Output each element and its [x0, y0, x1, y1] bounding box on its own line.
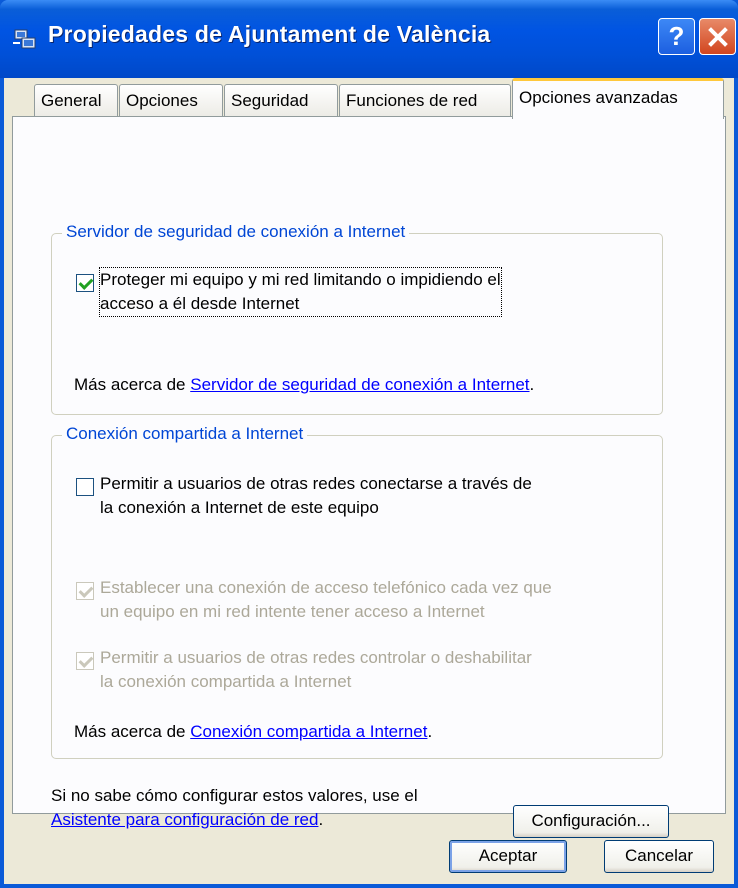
dialog-window: Propiedades de Ajuntament de València ? …: [0, 0, 738, 888]
firewall-label-line2: acceso a él desde Internet: [100, 294, 300, 313]
wizard-hint-line2: Asistente para configuración de red.: [51, 808, 418, 832]
firewall-label-line1: Proteger mi equipo y mi red limitando o …: [100, 270, 501, 289]
wizard-hint: Si no sabe cómo configurar estos valores…: [51, 784, 418, 832]
firewall-more-info: Más acerca de Servidor de seguridad de c…: [74, 373, 534, 397]
allow-sharing-line1: Permitir a usuarios de otras redes conec…: [100, 474, 532, 493]
ics-group-title: Conexión compartida a Internet: [62, 424, 308, 444]
allow-control-line1: Permitir a usuarios de otras redes contr…: [100, 648, 532, 667]
allow-sharing-line2: la conexión a Internet de este equipo: [100, 498, 379, 517]
tab-opciones-avanzadas[interactable]: Opciones avanzadas: [512, 78, 724, 119]
ics-help-link[interactable]: Conexión compartida a Internet: [190, 722, 427, 741]
allow-sharing-checkbox[interactable]: [76, 478, 94, 496]
dial-on-demand-line2: un equipo en mi red intente tener acceso…: [100, 602, 485, 621]
allow-control-label[interactable]: Permitir a usuarios de otras redes contr…: [100, 646, 532, 694]
tab-strip: General Opciones Seguridad Funciones de …: [4, 78, 734, 120]
wizard-hint-suffix: .: [318, 810, 324, 829]
wizard-hint-line1: Si no sabe cómo configurar estos valores…: [51, 786, 418, 805]
firewall-more-prefix: Más acerca de: [74, 375, 191, 394]
settings-button[interactable]: Configuración...: [513, 805, 669, 838]
ics-more-suffix: .: [427, 722, 433, 741]
network-wizard-link[interactable]: Asistente para configuración de red: [51, 810, 318, 829]
tab-opciones[interactable]: Opciones: [119, 84, 223, 117]
allow-sharing-label[interactable]: Permitir a usuarios de otras redes conec…: [100, 472, 532, 520]
tab-general[interactable]: General: [34, 84, 118, 117]
tab-funciones-de-red[interactable]: Funciones de red: [339, 84, 511, 117]
ics-more-prefix: Más acerca de: [74, 722, 191, 741]
ok-button[interactable]: Aceptar: [449, 840, 567, 873]
network-connection-icon: [13, 29, 36, 49]
close-button[interactable]: [699, 18, 736, 55]
firewall-checkbox-label[interactable]: Proteger mi equipo y mi red limitando o …: [99, 267, 502, 317]
allow-control-checkbox[interactable]: [76, 652, 94, 670]
close-icon: [707, 27, 728, 47]
tab-seguridad[interactable]: Seguridad: [224, 84, 338, 117]
firewall-group: Servidor de seguridad de conexión a Inte…: [51, 222, 663, 415]
firewall-help-link[interactable]: Servidor de seguridad de conexión a Inte…: [190, 375, 529, 394]
dial-on-demand-line1: Establecer una conexión de acceso telefó…: [100, 578, 552, 597]
window-title: Propiedades de Ajuntament de València: [48, 21, 491, 47]
title-bar[interactable]: Propiedades de Ajuntament de València ?: [0, 0, 738, 78]
help-button[interactable]: ?: [658, 18, 695, 55]
cancel-button[interactable]: Cancelar: [604, 840, 714, 873]
firewall-checkbox[interactable]: [76, 274, 94, 292]
firewall-group-title: Servidor de seguridad de conexión a Inte…: [62, 222, 410, 242]
ics-more-info: Más acerca de Conexión compartida a Inte…: [74, 720, 432, 744]
dial-on-demand-checkbox[interactable]: [76, 582, 94, 600]
dialog-client-area: General Opciones Seguridad Funciones de …: [4, 78, 734, 884]
dial-on-demand-label[interactable]: Establecer una conexión de acceso telefó…: [100, 576, 552, 624]
ics-group: Conexión compartida a Internet Permitir …: [51, 424, 663, 759]
tab-panel: Servidor de seguridad de conexión a Inte…: [12, 116, 726, 838]
allow-control-line2: la conexión compartida a Internet: [100, 672, 352, 691]
firewall-more-suffix: .: [529, 375, 535, 394]
